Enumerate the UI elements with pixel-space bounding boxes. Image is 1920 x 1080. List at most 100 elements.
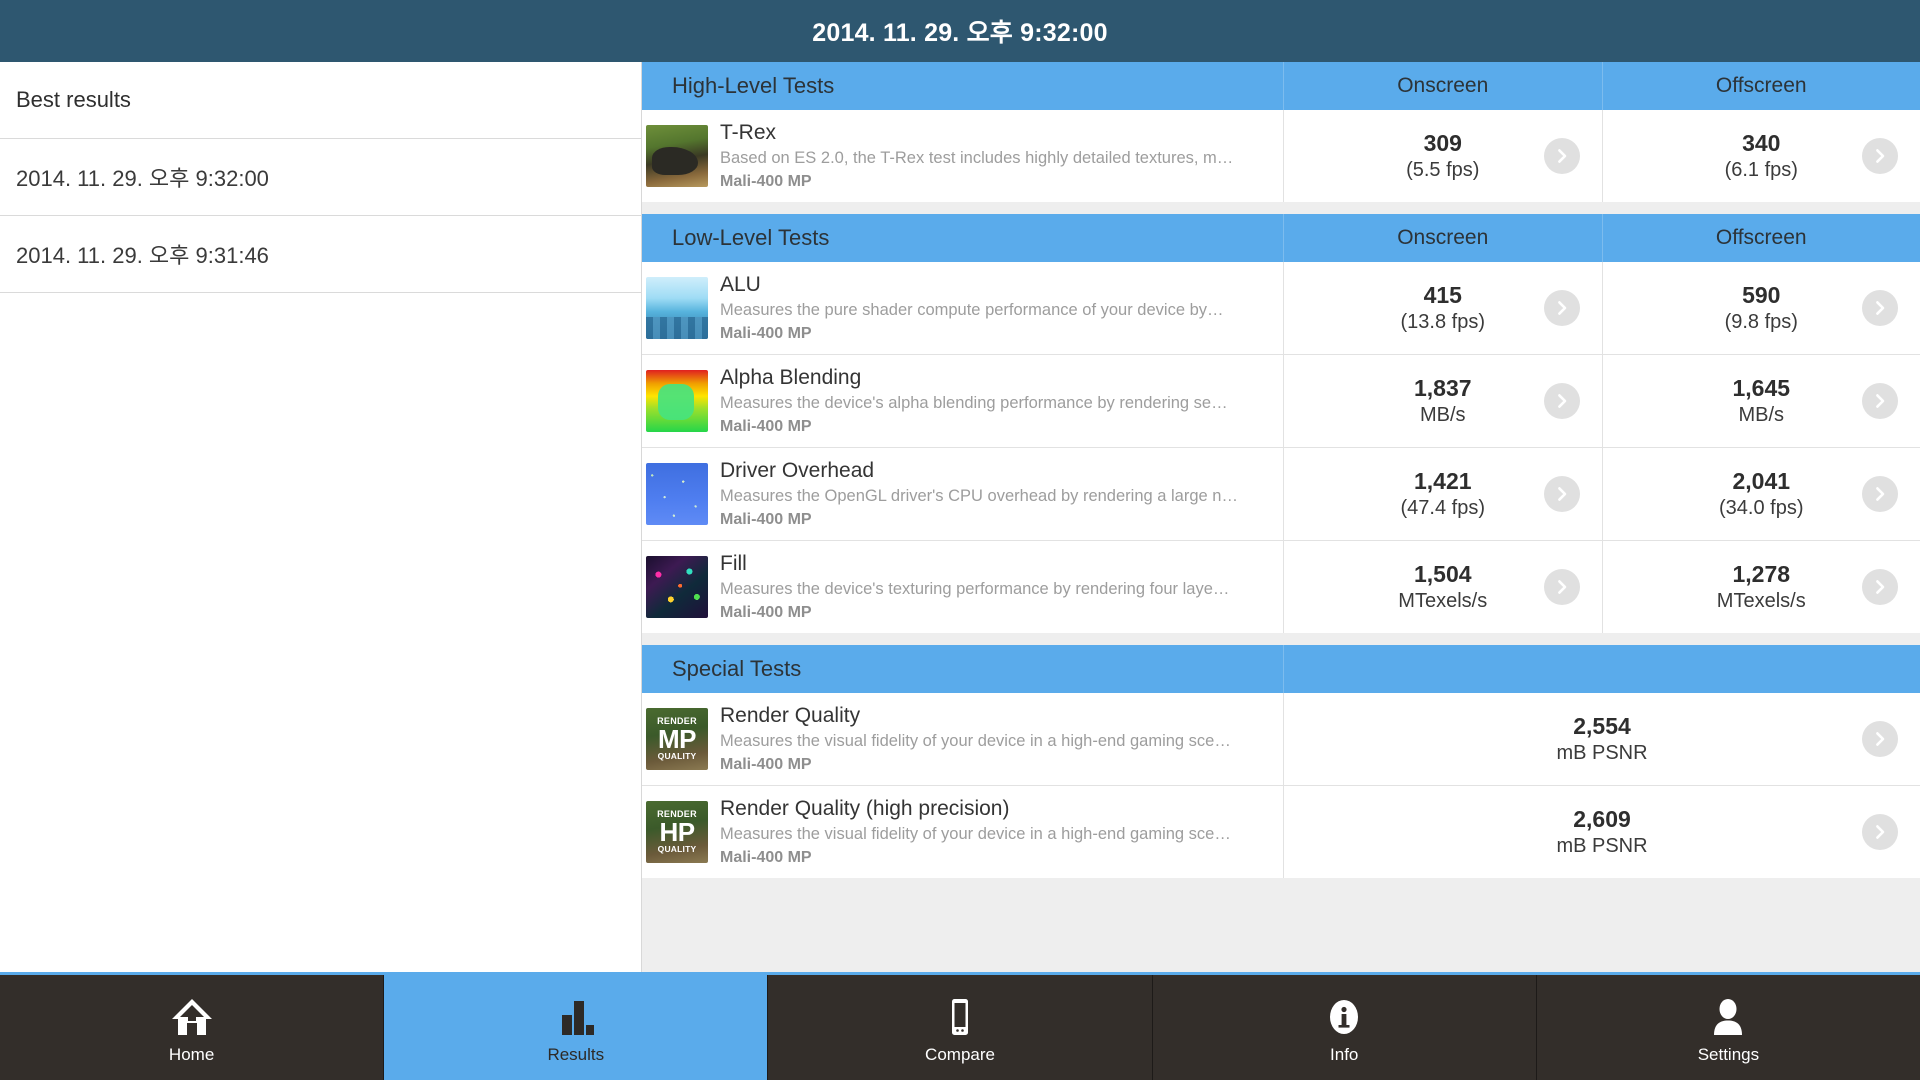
chevron-right-icon[interactable] (1862, 138, 1898, 174)
score-cell-onscreen[interactable]: 1,837 MB/s (1284, 355, 1603, 447)
table-row[interactable]: Fill Measures the device's texturing per… (642, 541, 1920, 633)
test-name: T-Rex (720, 120, 777, 144)
chevron-right-icon[interactable] (1862, 814, 1898, 850)
chevron-right-icon[interactable] (1862, 290, 1898, 326)
column-header-blank (1284, 645, 1920, 693)
thumbnail-badge-bottom: QUALITY (657, 751, 697, 762)
home-icon (170, 991, 214, 1037)
body-region: Best results 2014. 11. 29. 오후 9:32:00 20… (0, 62, 1920, 972)
chevron-right-icon[interactable] (1543, 476, 1580, 512)
sidebar-header-best-results[interactable]: Best results (0, 62, 641, 139)
chevron-right-icon[interactable] (1543, 383, 1580, 419)
phone-icon (938, 991, 982, 1037)
test-gpu: Mali-400 MP (720, 849, 812, 867)
test-gpu: Mali-400 MP (720, 511, 812, 529)
column-header-onscreen: Onscreen (1284, 62, 1603, 110)
alu-thumbnail (646, 277, 708, 339)
column-header-offscreen: Offscreen (1715, 226, 1807, 249)
test-info: T-Rex Based on ES 2.0, the T-Rex test in… (642, 110, 1284, 202)
score-value: 1,278 (1732, 560, 1791, 587)
nav-item-compare[interactable]: Compare (768, 975, 1153, 1080)
test-info: RENDER HP QUALITY Render Quality (high p… (642, 786, 1284, 878)
nav-item-info[interactable]: Info (1152, 975, 1537, 1080)
score-cell-offscreen[interactable]: 340 (6.1 fps) (1603, 110, 1920, 202)
test-description: Measures the device's texturing performa… (720, 579, 1230, 598)
sidebar-item-result-0[interactable]: 2014. 11. 29. 오후 9:32:00 (0, 139, 641, 216)
table-row[interactable]: RENDER MP QUALITY Render Quality Measure… (642, 693, 1920, 786)
test-info: Alpha Blending Measures the device's alp… (642, 355, 1284, 447)
test-name: Render Quality (high precision) (720, 796, 1010, 820)
sidebar-item-label: 2014. 11. 29. 오후 9:31:46 (16, 243, 269, 268)
chevron-right-icon[interactable] (1862, 476, 1898, 512)
test-info: ALU Measures the pure shader compute per… (642, 262, 1284, 354)
test-description: Measures the OpenGL driver's CPU overhea… (720, 486, 1238, 505)
test-gpu: Mali-400 MP (720, 604, 812, 622)
nav-item-settings[interactable]: Settings (1536, 975, 1920, 1080)
chevron-right-icon[interactable] (1862, 721, 1898, 757)
chevron-right-icon[interactable] (1862, 569, 1898, 605)
chevron-right-icon[interactable] (1543, 569, 1580, 605)
chevron-right-icon[interactable] (1862, 383, 1898, 419)
nav-item-label: Home (168, 1044, 215, 1064)
score-cell-onscreen[interactable]: 415 (13.8 fps) (1284, 262, 1603, 354)
score-value: 1,504 (1413, 560, 1472, 587)
bottom-navigation: Home Results Compare Info Settings (0, 972, 1920, 1080)
app-root: 2014. 11. 29. 오후 9:32:00 Best results 20… (0, 0, 1920, 1080)
score-value: 590 (1742, 281, 1781, 308)
section-header: Special Tests (642, 645, 1920, 693)
thumbnail-badge-mid: MP (658, 724, 697, 755)
chevron-right-icon[interactable] (1543, 138, 1580, 174)
test-meta: Driver Overhead Measures the OpenGL driv… (720, 459, 1269, 529)
chevron-right-icon[interactable] (1543, 290, 1580, 326)
test-name: ALU (720, 272, 761, 296)
section-title: High-Level Tests (642, 62, 1284, 110)
sidebar-item-label: 2014. 11. 29. 오후 9:32:00 (16, 166, 269, 191)
test-description: Measures the visual fidelity of your dev… (720, 731, 1231, 750)
table-row[interactable]: ALU Measures the pure shader compute per… (642, 262, 1920, 355)
score-cell-offscreen[interactable]: 590 (9.8 fps) (1603, 262, 1920, 354)
test-meta: T-Rex Based on ES 2.0, the T-Rex test in… (720, 121, 1269, 191)
nav-item-home[interactable]: Home (0, 975, 385, 1080)
nav-item-results[interactable]: Results (384, 975, 769, 1080)
score-cell-special[interactable]: 2,609 mB PSNR (1284, 786, 1920, 878)
score-value: 1,837 (1413, 374, 1472, 401)
score-cell-offscreen[interactable]: 1,645 MB/s (1603, 355, 1920, 447)
test-meta: Fill Measures the device's texturing per… (720, 552, 1269, 622)
results-panel[interactable]: High-Level Tests Onscreen Offscreen T-Re… (642, 62, 1920, 972)
score-cell-special[interactable]: 2,554 mB PSNR (1284, 693, 1920, 785)
score-unit: mB PSNR (1556, 742, 1648, 765)
nav-item-label: Info (1330, 1044, 1359, 1064)
table-row[interactable]: T-Rex Based on ES 2.0, the T-Rex test in… (642, 110, 1920, 202)
score-cell-onscreen[interactable]: 1,504 MTexels/s (1284, 541, 1603, 633)
table-row[interactable]: RENDER HP QUALITY Render Quality (high p… (642, 786, 1920, 878)
score-cell-onscreen[interactable]: 309 (5.5 fps) (1284, 110, 1603, 202)
results-sidebar: Best results 2014. 11. 29. 오후 9:32:00 20… (0, 62, 642, 972)
section-header: Low-Level Tests Onscreen Offscreen (642, 214, 1920, 262)
score-cell-offscreen[interactable]: 1,278 MTexels/s (1603, 541, 1920, 633)
test-name: Render Quality (720, 703, 861, 727)
render-quality-hp-thumbnail: RENDER HP QUALITY (646, 801, 708, 863)
nav-item-label: Settings (1697, 1044, 1760, 1064)
table-row[interactable]: Alpha Blending Measures the device's alp… (642, 355, 1920, 448)
score-cell-offscreen[interactable]: 2,041 (34.0 fps) (1603, 448, 1920, 540)
bar-chart-icon (554, 991, 598, 1037)
thumbnail-badge-mid: HP (659, 817, 695, 848)
person-icon (1706, 991, 1750, 1037)
score-value: 340 (1742, 129, 1781, 156)
section-header: High-Level Tests Onscreen Offscreen (642, 62, 1920, 110)
test-description: Measures the pure shader compute perform… (720, 300, 1224, 319)
sidebar-item-result-1[interactable]: 2014. 11. 29. 오후 9:31:46 (0, 216, 641, 293)
sidebar-header-label: Best results (16, 87, 131, 112)
score-unit: (6.1 fps) (1724, 159, 1798, 182)
score-unit: MTexels/s (1398, 590, 1488, 613)
test-name: Fill (720, 551, 747, 575)
section-title: Low-Level Tests (642, 214, 1284, 262)
table-row[interactable]: Driver Overhead Measures the OpenGL driv… (642, 448, 1920, 541)
score-value: 1,421 (1413, 467, 1472, 494)
test-description: Measures the visual fidelity of your dev… (720, 824, 1231, 843)
test-info: Driver Overhead Measures the OpenGL driv… (642, 448, 1284, 540)
score-unit: (5.5 fps) (1406, 159, 1480, 182)
page-title: 2014. 11. 29. 오후 9:32:00 (812, 19, 1108, 47)
score-unit: (9.8 fps) (1724, 311, 1798, 334)
score-cell-onscreen[interactable]: 1,421 (47.4 fps) (1284, 448, 1603, 540)
